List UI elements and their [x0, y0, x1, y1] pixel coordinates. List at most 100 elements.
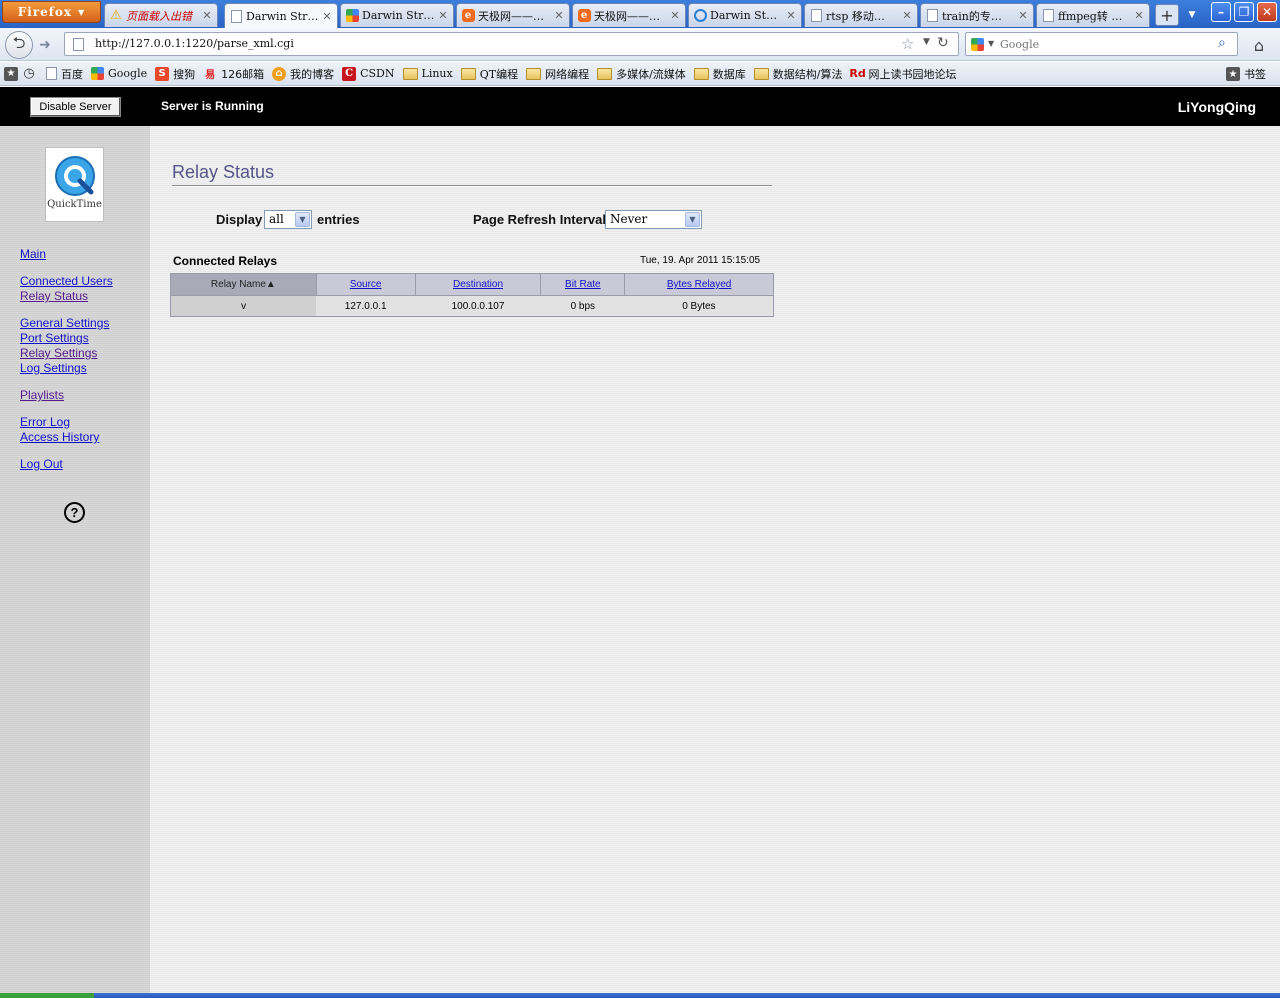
close-icon[interactable]: ✕: [785, 9, 797, 22]
google-icon: [345, 9, 359, 23]
username: LiYongQing: [1177, 99, 1256, 115]
bookmark-item[interactable]: 易 126邮箱: [203, 66, 264, 82]
column-header[interactable]: Bytes Relayed: [624, 273, 774, 296]
browser-tab[interactable]: ⚠ 页面载入出错 ✕: [104, 3, 218, 27]
refresh-interval-select[interactable]: Never ▼: [605, 210, 702, 229]
table-timestamp: Tue, 19. Apr 2011 15:15:05: [640, 255, 761, 266]
star-icon: ★: [1226, 67, 1240, 81]
column-header-label[interactable]: Relay Name▲: [211, 279, 276, 290]
home-icon: ⌂: [1253, 35, 1265, 55]
start-button[interactable]: [0, 993, 94, 998]
close-icon[interactable]: ✕: [901, 9, 913, 22]
sidebar-link-access-history[interactable]: Access History: [20, 430, 99, 444]
browser-tab[interactable]: e 天极网——… ✕: [456, 3, 570, 27]
bookmark-item[interactable]: Linux: [402, 67, 453, 80]
column-header[interactable]: Source: [315, 273, 416, 296]
display-entries-value: all: [269, 212, 284, 226]
close-icon[interactable]: ✕: [321, 10, 333, 23]
forward-button[interactable]: ➜: [34, 35, 56, 55]
bookmark-manager-button[interactable]: ★: [4, 66, 18, 81]
folder-icon: [597, 67, 613, 80]
bookmark-item[interactable]: 数据结构/算法: [753, 66, 843, 82]
browser-tab[interactable]: Darwin Str… ✕: [340, 3, 454, 27]
search-bar[interactable]: ▼ ⌕: [965, 32, 1238, 56]
google-icon[interactable]: [971, 38, 984, 51]
sidebar-link-playlists[interactable]: Playlists: [20, 388, 64, 402]
browser-tab[interactable]: Darwin Str… ✕: [224, 3, 338, 28]
reload-icon[interactable]: ↻: [937, 35, 949, 51]
minimize-window-button[interactable]: –: [1211, 2, 1231, 22]
browser-tab[interactable]: ffmpeg转 … ✕: [1036, 3, 1150, 27]
restore-window-button[interactable]: ❐: [1234, 2, 1254, 22]
browser-tab[interactable]: rtsp 移动… ✕: [804, 3, 918, 27]
arrow-left-icon: ⮌: [12, 32, 26, 52]
sidebar-link-main[interactable]: Main: [20, 247, 46, 261]
column-sort-link[interactable]: Destination: [453, 279, 503, 290]
back-button[interactable]: ⮌: [5, 31, 33, 59]
quicktime-icon: [693, 9, 707, 23]
quicktime-icon: [54, 156, 95, 196]
entries-label: entries: [317, 212, 360, 227]
browser-tab[interactable]: Darwin St… ✕: [688, 3, 802, 27]
tab-title: 天极网——…: [478, 9, 544, 23]
bookmark-label: 我的博客: [290, 67, 335, 81]
sidebar-link-port-settings[interactable]: Port Settings: [20, 331, 89, 345]
column-header[interactable]: Bit Rate: [540, 273, 626, 296]
table-cell: 100.0.0.107: [415, 295, 541, 317]
firefox-menu-button[interactable]: Firefox ▼: [2, 1, 101, 23]
search-input[interactable]: [1000, 36, 1200, 52]
bookmark-item[interactable]: Google: [91, 67, 147, 80]
bookmark-star-icon[interactable]: ☆: [901, 35, 914, 53]
bookmark-item[interactable]: 数据库: [693, 66, 746, 82]
bookmark-item[interactable]: S 搜狗: [155, 66, 195, 82]
bookmark-item[interactable]: Rd 网上读书园地论坛: [849, 66, 956, 82]
bookmark-item[interactable]: QT编程: [460, 66, 518, 82]
bookmarks-menu-button[interactable]: ★ 书签: [1226, 66, 1266, 82]
sidebar-link-log-out[interactable]: Log Out: [20, 457, 63, 471]
bookmark-item[interactable]: ⌂ 我的博客: [272, 66, 334, 82]
history-button[interactable]: ◷: [22, 66, 36, 81]
server-status-text: Server is Running: [161, 99, 264, 113]
close-icon[interactable]: ✕: [1133, 9, 1145, 22]
sidebar-link-relay-settings[interactable]: Relay Settings: [20, 346, 97, 360]
disable-server-button[interactable]: Disable Server: [30, 97, 121, 117]
url-history-dropdown-icon[interactable]: ▼: [923, 37, 930, 47]
column-header[interactable]: Relay Name▲: [170, 273, 317, 296]
search-icon[interactable]: ⌕: [1218, 35, 1226, 51]
url-text[interactable]: http://127.0.0.1:1220/parse_xml.cgi: [95, 37, 294, 50]
chevron-down-icon: ▼: [78, 7, 86, 17]
logo-text: QuickTime: [47, 199, 102, 210]
bookmark-item[interactable]: C CSDN: [342, 66, 395, 81]
browser-tab[interactable]: train的专… ✕: [920, 3, 1034, 27]
close-icon[interactable]: ✕: [437, 9, 449, 22]
column-sort-link[interactable]: Source: [350, 279, 382, 290]
chevron-down-icon[interactable]: ▼: [988, 39, 994, 48]
tab-title: Darwin St…: [710, 9, 778, 22]
close-icon[interactable]: ✕: [201, 9, 213, 22]
bookmark-item[interactable]: 百度: [46, 66, 83, 82]
display-entries-select[interactable]: all ▼: [264, 210, 312, 229]
bookmark-item[interactable]: 网络编程: [526, 66, 589, 82]
close-icon[interactable]: ✕: [669, 9, 681, 22]
column-header[interactable]: Destination: [414, 273, 542, 296]
sidebar-link-relay-status[interactable]: Relay Status: [20, 289, 88, 303]
close-icon[interactable]: ✕: [1017, 9, 1029, 22]
home-button[interactable]: ⌂: [1247, 34, 1271, 56]
close-icon[interactable]: ✕: [553, 9, 565, 22]
tab-list-button[interactable]: ▼: [1182, 4, 1202, 26]
sidebar-link-error-log[interactable]: Error Log: [20, 415, 70, 429]
table-row: v 127.0.0.1 100.0.0.107 0 bps 0 Bytes: [170, 295, 774, 317]
chevron-down-icon: ▼: [685, 212, 700, 227]
new-tab-button[interactable]: +: [1155, 4, 1179, 26]
browser-tab[interactable]: e 天极网——… ✕: [572, 3, 686, 27]
bookmark-label: CSDN: [360, 67, 395, 80]
bookmark-item[interactable]: 多媒体/流媒体: [597, 66, 686, 82]
sidebar-link-general-settings[interactable]: General Settings: [20, 316, 109, 330]
url-bar[interactable]: http://127.0.0.1:1220/parse_xml.cgi ☆ ▼ …: [64, 32, 959, 56]
sidebar-link-log-settings[interactable]: Log Settings: [20, 361, 87, 375]
help-icon[interactable]: ?: [64, 502, 85, 523]
close-window-button[interactable]: ✕: [1257, 2, 1277, 22]
sidebar-link-connected-users[interactable]: Connected Users: [20, 274, 113, 288]
column-sort-link[interactable]: Bit Rate: [565, 279, 601, 290]
column-sort-link[interactable]: Bytes Relayed: [667, 279, 731, 290]
